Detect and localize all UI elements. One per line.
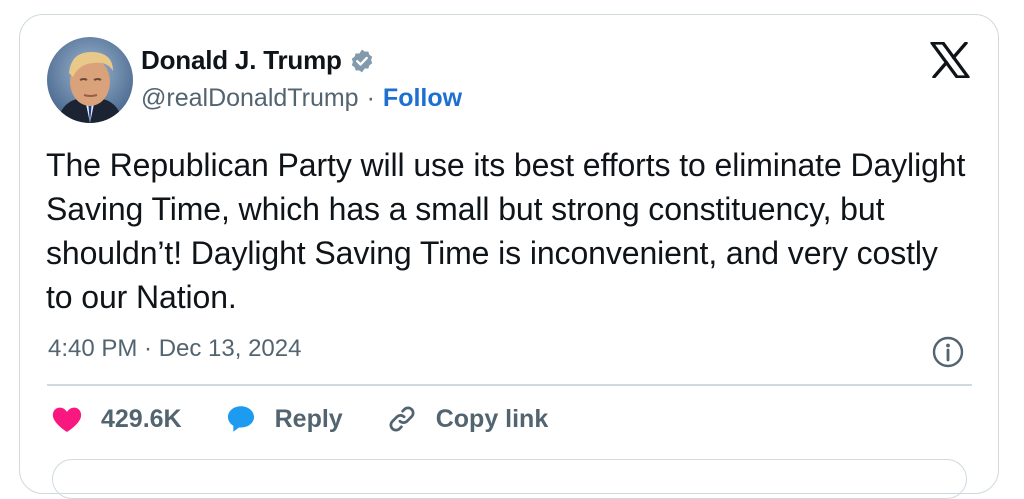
x-logo-icon[interactable] bbox=[930, 41, 970, 79]
like-count: 429.6K bbox=[101, 404, 182, 433]
copy-link-action[interactable]: Copy link bbox=[385, 402, 549, 436]
divider bbox=[47, 384, 972, 386]
verified-badge-icon[interactable] bbox=[349, 48, 375, 74]
author-name-row: Donald J. Trump bbox=[141, 45, 375, 76]
tweet-text: The Republican Party will use its best e… bbox=[46, 147, 966, 315]
action-bar: 429.6K Reply Copy link bbox=[50, 402, 590, 436]
avatar[interactable] bbox=[47, 37, 133, 123]
info-icon[interactable] bbox=[931, 335, 965, 369]
follow-button[interactable]: Follow bbox=[383, 84, 462, 113]
tweet-timestamp[interactable]: 4:40 PM · Dec 13, 2024 bbox=[48, 335, 301, 363]
separator-dot: · bbox=[366, 84, 375, 112]
heart-icon[interactable] bbox=[50, 402, 84, 436]
avatar-photo bbox=[47, 37, 133, 123]
reply-bubble-icon[interactable] bbox=[224, 402, 258, 436]
author-name[interactable]: Donald J. Trump bbox=[141, 45, 342, 76]
link-icon[interactable] bbox=[385, 402, 419, 436]
copy-link-label: Copy link bbox=[435, 404, 549, 433]
author-handle[interactable]: @realDonaldTrump bbox=[141, 84, 359, 113]
like-action[interactable]: 429.6K bbox=[50, 402, 182, 436]
reply-action[interactable]: Reply bbox=[224, 402, 343, 436]
handle-row: @realDonaldTrump · Follow bbox=[141, 84, 462, 113]
reply-label: Reply bbox=[274, 404, 343, 433]
reply-input-box[interactable] bbox=[52, 459, 967, 499]
